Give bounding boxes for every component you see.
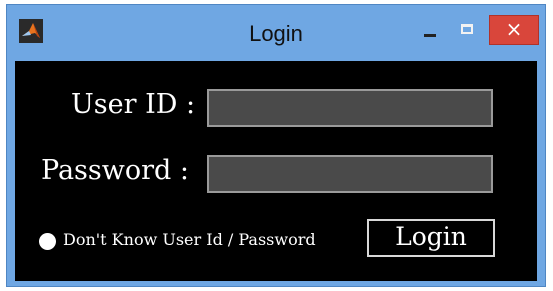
user-id-label: User ID : [71, 89, 196, 120]
forgot-credentials-label[interactable]: Don't Know User Id / Password [63, 230, 316, 249]
password-label: Password : [41, 155, 189, 186]
login-window: Login × User ID : Password : Don't Know … [6, 4, 546, 287]
password-field[interactable] [207, 155, 493, 193]
user-id-field[interactable] [207, 89, 493, 127]
login-form: User ID : Password : Don't Know User Id … [15, 61, 537, 281]
minimize-button[interactable] [413, 17, 447, 45]
forgot-credentials-radio[interactable] [39, 233, 56, 250]
maximize-button[interactable] [453, 17, 483, 45]
login-button[interactable]: Login [367, 219, 495, 257]
close-button[interactable]: × [489, 15, 539, 45]
title-bar[interactable]: Login × [7, 5, 545, 61]
